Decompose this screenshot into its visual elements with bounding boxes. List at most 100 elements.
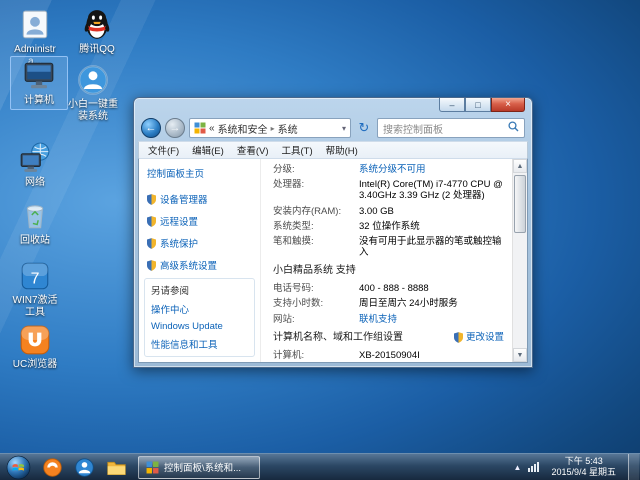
back-button[interactable]: ← — [141, 118, 161, 138]
row-label: 笔和触摸: — [273, 236, 314, 248]
sidebar-item-label: 设备管理器 — [160, 195, 208, 206]
uac-shield-icon — [147, 259, 156, 271]
breadcrumb-separator-icon: ▸ — [270, 123, 275, 133]
browser-taskbar-icon[interactable] — [38, 455, 66, 479]
desktop-icon-qq[interactable]: 腾讯QQ — [68, 5, 126, 59]
sidebar-item-remote-settings[interactable]: 远程设置 — [147, 214, 256, 228]
menu-edit[interactable]: 编辑(E) — [192, 143, 224, 157]
desktop-icon-xiaobai-reinstall[interactable]: 小白一键重装系统 — [64, 60, 122, 125]
info-row-rating: 分级: 系统分级不可用 — [273, 164, 504, 175]
uac-shield-icon — [147, 237, 156, 249]
show-desktop-button[interactable] — [628, 453, 639, 480]
sidebar-item-home[interactable]: 控制面板主页 — [147, 166, 256, 180]
row-value: 400 - 888 - 8888 — [359, 283, 429, 295]
scroll-up-icon[interactable]: ▲ — [513, 159, 527, 173]
close-button[interactable]: × — [491, 98, 525, 112]
desktop-icon-label: 回收站 — [20, 235, 50, 246]
uc-browser-icon — [18, 323, 52, 357]
sidebar-item-advanced-settings[interactable]: 高级系统设置 — [147, 258, 256, 272]
desktop-icon-win7-activator[interactable]: 7 WIN7激活工具 — [6, 256, 64, 321]
info-row-pen-touch: 笔和触摸: 没有可用于此显示器的笔或触控输入 — [273, 236, 504, 258]
row-label: 网站: — [273, 313, 295, 325]
system-window: – □ × ← → « 系统和安全 ▸ 系统 ▾ ↻ 搜索控制面板 文件(F) … — [133, 97, 533, 368]
taskbar-clock[interactable]: 下午 5:43 2015/9/4 星期五 — [546, 456, 621, 479]
desktop-icon-label: 小白一键重装系统 — [68, 99, 118, 122]
address-dropdown-icon[interactable]: ▾ — [342, 124, 346, 133]
computer-name-section: 计算机名称、域和工作组设置 更改设置 — [273, 332, 504, 344]
support-row-phone: 电话号码: 400 - 888 - 8888 — [273, 283, 504, 294]
desktop-icon-label: WIN7激活工具 — [12, 295, 58, 318]
tray-expand-icon[interactable]: ▲ — [514, 463, 522, 472]
computer-icon — [22, 59, 56, 93]
network-icon — [18, 141, 52, 175]
network-tray-icon[interactable] — [528, 462, 540, 472]
scroll-down-icon[interactable]: ▼ — [513, 348, 527, 362]
app-taskbar-icon[interactable] — [70, 455, 98, 479]
desktop-icon-network[interactable]: 网络 — [6, 138, 64, 192]
breadcrumb-overflow[interactable]: « — [209, 123, 215, 134]
clock-date: 2015/9/4 星期五 — [551, 467, 616, 477]
taskbar: 控制面板\系统和... ▲ 下午 5:43 2015/9/4 星期五 — [0, 453, 640, 480]
menu-help[interactable]: 帮助(H) — [326, 143, 358, 157]
scrollbar-thumb[interactable] — [514, 175, 526, 233]
sidebar: 控制面板主页 设备管理器 远程设置 系统保护 高级系统设置 另请参阅 操作中心 … — [139, 159, 260, 362]
sidebar-item-performance-tools[interactable]: 性能信息和工具 — [151, 337, 248, 351]
row-value: 没有可用于此显示器的笔或触控输入 — [359, 236, 502, 259]
row-label: 分级: — [273, 164, 295, 175]
desktop-icon-label: 腾讯QQ — [79, 44, 115, 55]
forward-button[interactable]: → — [165, 118, 185, 138]
support-row-hours: 支持小时数: 周日至周六 24小时服务 — [273, 298, 504, 309]
vertical-scrollbar[interactable]: ▲ ▼ — [512, 159, 527, 362]
control-panel-icon — [146, 461, 159, 473]
system-tray: ▲ 下午 5:43 2015/9/4 星期五 — [514, 453, 640, 480]
recycle-bin-icon — [18, 199, 52, 233]
info-row-processor: 处理器: Intel(R) Core(TM) i7-4770 CPU @ 3.4… — [273, 179, 504, 201]
see-also-title: 另请参阅 — [151, 286, 190, 297]
navigation-bar: ← → « 系统和安全 ▸ 系统 ▾ ↻ 搜索控制面板 — [134, 115, 532, 141]
sidebar-item-windows-update[interactable]: Windows Update — [151, 321, 248, 332]
menu-tools[interactable]: 工具(T) — [281, 143, 312, 157]
breadcrumb-system[interactable]: 系统 — [278, 121, 298, 136]
title-bar[interactable]: – □ × — [134, 98, 532, 115]
row-label: 安装内存(RAM): — [273, 205, 342, 217]
change-settings-label: 更改设置 — [465, 332, 504, 344]
info-row-memory: 安装内存(RAM): 3.00 GB — [273, 206, 504, 217]
desktop-icon-recycle-bin[interactable]: 回收站 — [6, 196, 64, 250]
see-also-panel: 另请参阅 操作中心 Windows Update 性能信息和工具 — [144, 278, 255, 357]
desktop-icon-label: 网络 — [25, 177, 45, 188]
menu-file[interactable]: 文件(F) — [148, 143, 179, 157]
system-info-panel: 分级: 系统分级不可用 处理器: Intel(R) Core(TM) i7-47… — [260, 159, 512, 362]
start-button[interactable] — [0, 454, 36, 480]
sidebar-item-system-protection[interactable]: 系统保护 — [147, 236, 256, 250]
search-icon — [508, 121, 519, 135]
refresh-button[interactable]: ↻ — [355, 118, 373, 138]
online-support-link[interactable]: 联机支持 — [359, 314, 504, 325]
search-placeholder: 搜索控制面板 — [383, 124, 443, 136]
qq-penguin-icon — [80, 8, 114, 42]
windows-logo-icon — [6, 455, 30, 479]
address-bar[interactable]: « 系统和安全 ▸ 系统 ▾ — [189, 118, 351, 138]
sidebar-item-device-manager[interactable]: 设备管理器 — [147, 192, 256, 206]
taskbar-window-button[interactable]: 控制面板\系统和... — [138, 455, 260, 479]
row-value: Intel(R) Core(TM) i7-4770 CPU @ 3.40GHz … — [359, 179, 503, 202]
computer-row-name: 计算机: XB-20150904I — [273, 350, 504, 361]
svg-text:7: 7 — [31, 270, 40, 287]
win7-activator-icon: 7 — [18, 259, 52, 293]
support-section-title: 小白精品系统 支持 — [273, 265, 356, 277]
row-value: 3.00 GB — [359, 205, 394, 217]
desktop-icon-computer[interactable]: 计算机 — [10, 56, 68, 110]
minimize-button[interactable]: – — [439, 98, 465, 112]
window-body: 控制面板主页 设备管理器 远程设置 系统保护 高级系统设置 另请参阅 操作中心 … — [138, 158, 528, 363]
sidebar-item-action-center[interactable]: 操作中心 — [151, 302, 248, 316]
explorer-taskbar-icon[interactable] — [102, 455, 130, 479]
breadcrumb-system-security[interactable]: 系统和安全 — [218, 121, 268, 136]
desktop-icon-uc-browser[interactable]: UC浏览器 — [6, 320, 64, 374]
maximize-button[interactable]: □ — [465, 98, 491, 112]
uac-shield-icon — [147, 193, 156, 205]
rating-link[interactable]: 系统分级不可用 — [359, 164, 504, 175]
row-label: 系统类型: — [273, 220, 314, 232]
search-box[interactable]: 搜索控制面板 — [377, 118, 525, 138]
menu-view[interactable]: 查看(V) — [237, 143, 269, 157]
change-settings-link[interactable]: 更改设置 — [453, 332, 504, 344]
sidebar-item-label: 远程设置 — [160, 217, 199, 228]
